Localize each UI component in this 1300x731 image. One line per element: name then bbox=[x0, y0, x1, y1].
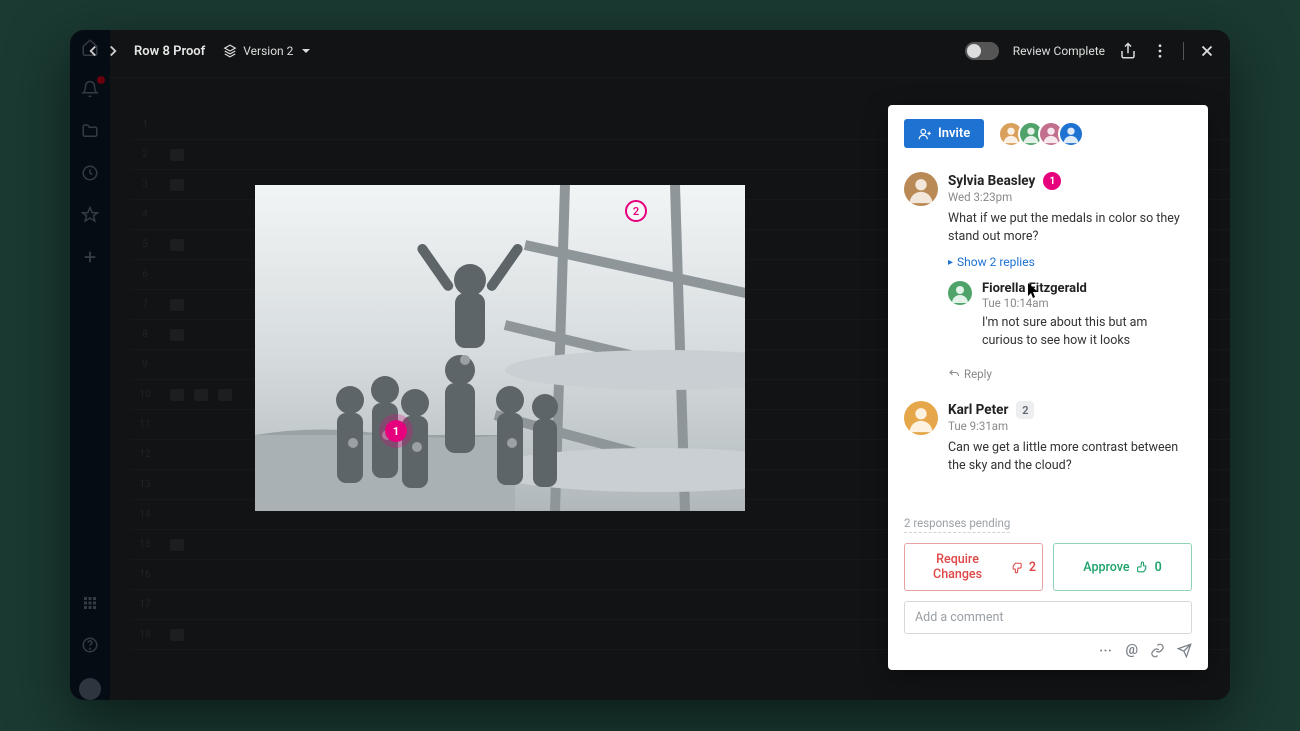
attach-icon[interactable] bbox=[1150, 642, 1165, 658]
reviewer-avatars bbox=[1004, 121, 1084, 147]
comment: Sylvia Beasley 1 Wed 3:23pm What if we p… bbox=[904, 162, 1200, 391]
review-complete-label: Review Complete bbox=[1013, 44, 1105, 58]
approve-label: Approve bbox=[1083, 560, 1129, 575]
proof-topbar: Row 8 Proof Version 2 Review Complete bbox=[70, 30, 1230, 72]
comment-body: What if we put the medals in color so th… bbox=[948, 210, 1194, 245]
app-window: 1 2 3 4 5 6 7 8 9 10 11 12 13 14 15 16 1… bbox=[70, 30, 1230, 700]
avatar bbox=[904, 172, 938, 206]
comments-scroll[interactable]: Sylvia Beasley 1 Wed 3:23pm What if we p… bbox=[888, 158, 1208, 503]
comment: Karl Peter 2 Tue 9:31am Can we get a lit… bbox=[904, 391, 1200, 484]
show-replies-link[interactable]: Show 2 replies bbox=[948, 255, 1194, 269]
prev-arrow-icon[interactable] bbox=[84, 42, 102, 60]
reply-icon bbox=[948, 368, 960, 380]
comment-time: Tue 9:31am bbox=[948, 419, 1034, 433]
comment-input[interactable] bbox=[904, 601, 1192, 634]
comments-panel: Invite Sylvia Beasley 1 bbox=[888, 105, 1208, 670]
comment-body: Can we get a little more contrast betwee… bbox=[948, 439, 1194, 474]
invite-label: Invite bbox=[938, 126, 970, 141]
cursor-icon bbox=[1028, 283, 1040, 299]
annotation-pin-2[interactable]: 2 bbox=[625, 200, 647, 222]
require-changes-button[interactable]: Require Changes 2 bbox=[904, 543, 1043, 591]
reply-link[interactable]: Reply bbox=[948, 367, 1194, 381]
pending-responses-label[interactable]: 2 responses pending bbox=[904, 516, 1010, 533]
version-label: Version 2 bbox=[243, 44, 293, 58]
layers-icon bbox=[223, 44, 237, 58]
review-complete-toggle[interactable] bbox=[965, 42, 999, 60]
require-count: 2 bbox=[1029, 560, 1036, 575]
proof-title: Row 8 Proof bbox=[134, 44, 205, 59]
approve-count: 0 bbox=[1155, 560, 1162, 575]
share-icon[interactable] bbox=[1119, 42, 1137, 60]
panel-footer: 2 responses pending Require Changes 2 Ap… bbox=[888, 503, 1208, 670]
proof-image[interactable]: 1 2 bbox=[255, 185, 745, 511]
send-icon[interactable] bbox=[1177, 642, 1192, 658]
comment-body: I'm not sure about this but am curious t… bbox=[982, 314, 1188, 349]
annotation-pin-1[interactable]: 1 bbox=[385, 420, 407, 442]
comment-pin-badge: 1 bbox=[1043, 172, 1061, 190]
comment-author: Sylvia Beasley bbox=[948, 173, 1035, 189]
comment-time: Wed 3:23pm bbox=[948, 190, 1061, 204]
comment-count-badge: 2 bbox=[1016, 401, 1034, 419]
close-icon[interactable] bbox=[1198, 42, 1216, 60]
more-icon[interactable] bbox=[1151, 42, 1169, 60]
more-tools-icon[interactable] bbox=[1098, 642, 1113, 658]
thumbs-up-icon bbox=[1136, 561, 1149, 574]
avatar bbox=[904, 401, 938, 435]
approve-button[interactable]: Approve 0 bbox=[1053, 543, 1192, 591]
invite-button[interactable]: Invite bbox=[904, 119, 984, 148]
mention-icon[interactable]: @ bbox=[1125, 642, 1138, 658]
version-selector[interactable]: Version 2 bbox=[223, 44, 310, 58]
avatar bbox=[948, 281, 972, 305]
chevron-down-icon bbox=[302, 49, 310, 53]
thumbs-down-icon bbox=[1010, 561, 1023, 574]
person-plus-icon bbox=[918, 127, 932, 141]
next-arrow-icon[interactable] bbox=[104, 42, 122, 60]
avatar[interactable] bbox=[1058, 121, 1084, 147]
comment-reply: Fiorella Fitzgerald Tue 10:14am I'm not … bbox=[948, 269, 1194, 359]
require-changes-label: Require Changes bbox=[911, 552, 1004, 582]
comment-author: Karl Peter bbox=[948, 402, 1008, 418]
